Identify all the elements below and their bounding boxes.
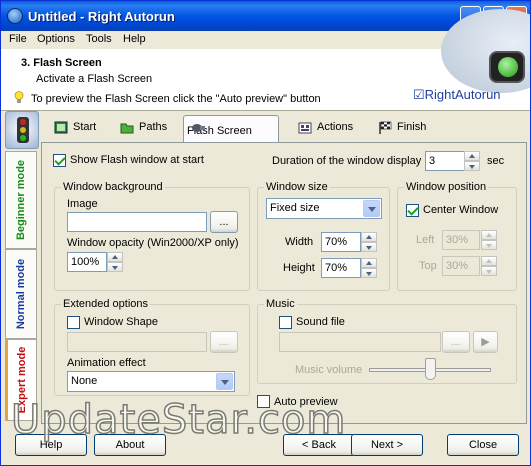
music-volume-thumb[interactable] (425, 358, 436, 380)
sound-file-input[interactable] (279, 332, 441, 352)
close-button[interactable]: Close (447, 434, 519, 456)
app-icon[interactable] (7, 8, 23, 24)
chevron-down-icon (216, 373, 233, 390)
lightbulb-icon (14, 91, 24, 103)
chevron-down-icon (363, 200, 380, 217)
music-title: Music (264, 298, 297, 310)
mode-sidebar: Beginner mode Normal mode Expert mode (1, 111, 41, 421)
image-browse-button[interactable]: ... (210, 211, 238, 233)
window-shape-label: Window Shape (84, 316, 158, 328)
actions-icon (298, 122, 312, 134)
duration-spinner[interactable] (464, 151, 480, 171)
watermark-text: UpdateStar.com (10, 396, 347, 444)
width-spinner[interactable] (361, 232, 377, 252)
tab-actions[interactable]: Actions (291, 115, 363, 141)
width-label: Width (285, 236, 314, 248)
brand-name: RightAutorun (424, 87, 501, 102)
height-label: Height (283, 262, 315, 274)
window-background-title: Window background (61, 181, 165, 193)
window-shape-browse-button[interactable]: ... (210, 331, 238, 353)
size-mode-value: Fixed size (270, 202, 320, 214)
window-title: Untitled - Right Autorun (28, 9, 175, 24)
window-position-title: Window position (404, 181, 489, 193)
beginner-mode-label: Beginner mode (15, 159, 27, 241)
opacity-label: Window opacity (Win2000/XP only) (67, 237, 239, 249)
window-size-title: Window size (264, 181, 330, 193)
height-spinner[interactable] (361, 258, 377, 278)
menu-options[interactable]: Options (37, 33, 75, 45)
music-volume-label: Music volume (295, 364, 363, 376)
animation-select[interactable]: None (67, 371, 235, 392)
sound-file-label: Sound file (296, 316, 345, 328)
next-button[interactable]: Next > (351, 434, 423, 456)
window-shape-input[interactable] (67, 332, 207, 352)
menu-file[interactable]: File (9, 33, 27, 45)
tab-flash-screen[interactable]: Flash Screen (183, 115, 279, 143)
normal-mode-button[interactable]: Normal mode (5, 249, 37, 339)
brand-logo: ☑RightAutorun (413, 9, 530, 111)
normal-mode-label: Normal mode (15, 258, 27, 330)
top-spinner[interactable] (481, 256, 497, 276)
tab-finish[interactable]: Finish (371, 115, 435, 141)
size-mode-select[interactable]: Fixed size (266, 198, 382, 219)
tab-finish-label: Finish (397, 121, 427, 133)
duration-unit: sec (487, 155, 505, 167)
sound-file-checkbox[interactable] (279, 316, 292, 329)
beginner-mode-button[interactable]: Beginner mode (5, 151, 37, 249)
tab-start-label: Start (73, 121, 97, 133)
traffic-light-icon (5, 111, 39, 149)
opacity-spinner[interactable] (107, 252, 123, 272)
duration-label: Duration of the window display (272, 155, 422, 167)
tab-start[interactable]: Start (47, 115, 107, 141)
top-label: Top (419, 260, 437, 272)
wizard-header: 3. Flash Screen Activate a Flash Screen … (1, 9, 530, 111)
height-input[interactable]: 70% (321, 258, 361, 278)
tab-actions-label: Actions (317, 121, 354, 133)
app-window: Untitled - Right Autorun _ □ ✕ File Opti… (0, 0, 531, 466)
duration-input[interactable]: 3 (425, 151, 465, 171)
checkered-flag-icon (379, 121, 392, 134)
animation-value: None (71, 375, 98, 387)
window-shape-checkbox[interactable] (67, 316, 80, 329)
width-input[interactable]: 70% (321, 232, 361, 252)
opacity-input[interactable]: 100% (67, 252, 107, 272)
preview-tip: To preview the Flash Screen click the "A… (31, 93, 321, 105)
step-subtitle: Activate a Flash Screen (36, 73, 153, 85)
image-label: Image (67, 198, 98, 210)
tab-paths-label: Paths (139, 121, 168, 133)
extended-options-title: Extended options (61, 298, 151, 310)
start-icon (54, 121, 68, 134)
center-window-checkbox[interactable] (406, 204, 419, 217)
play-button[interactable]: ▶ (473, 331, 498, 353)
top-input[interactable]: 30% (442, 256, 480, 276)
center-window-label: Center Window (423, 204, 499, 216)
sound-browse-button[interactable]: ... (442, 331, 470, 353)
tab-paths[interactable]: Paths (113, 115, 173, 141)
left-label: Left (416, 234, 435, 246)
animation-label: Animation effect (67, 357, 146, 369)
menu-tools[interactable]: Tools (86, 33, 112, 45)
step-title: 3. Flash Screen (21, 57, 102, 69)
left-spinner[interactable] (481, 230, 497, 250)
left-input[interactable]: 30% (442, 230, 480, 250)
wizard-tabs: Start Paths Flash Screen Actions Finish (41, 115, 530, 143)
flash-screen-icon (192, 124, 205, 132)
folder-icon (120, 123, 134, 134)
show-flash-label: Show Flash window at start (70, 154, 204, 166)
show-flash-checkbox[interactable] (53, 154, 66, 167)
image-input[interactable] (67, 212, 207, 232)
menu-help[interactable]: Help (123, 33, 146, 45)
traffic-light-icon (489, 51, 525, 83)
